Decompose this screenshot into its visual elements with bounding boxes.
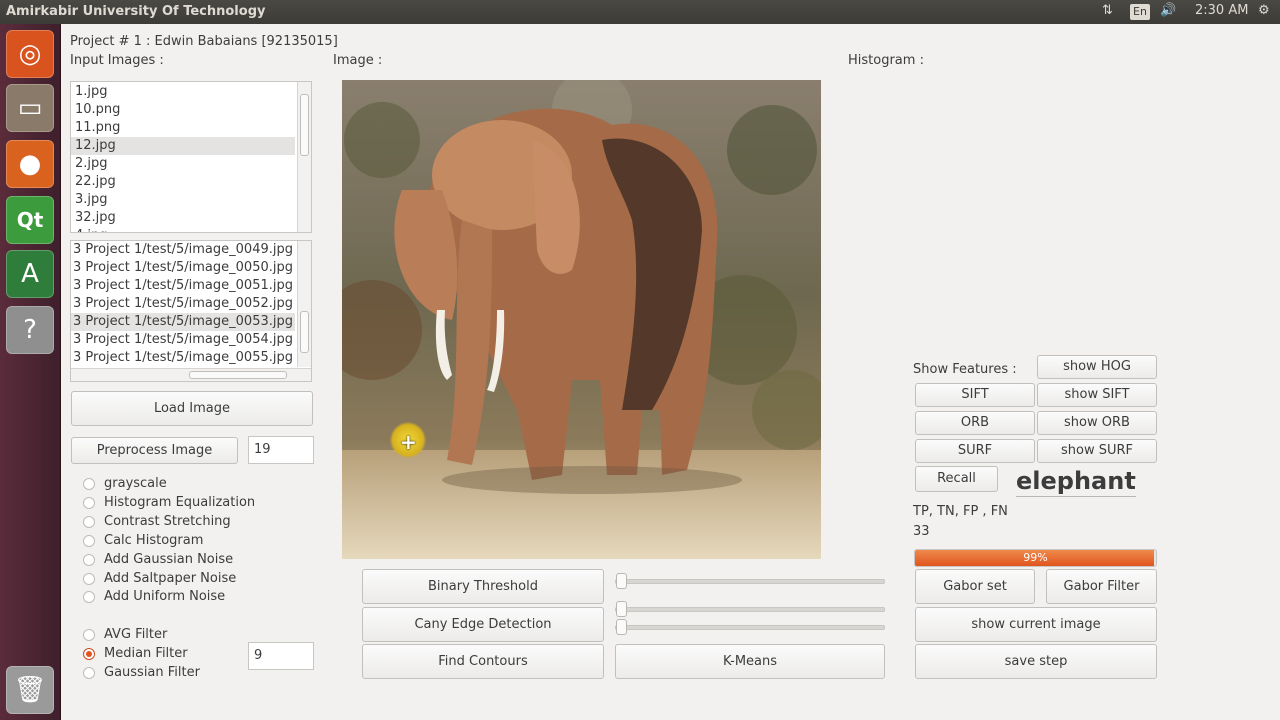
preprocess-option-label[interactable]: Add Gaussian Noise	[104, 552, 233, 567]
find-contours-button[interactable]: Find Contours	[362, 644, 604, 679]
show-surf-button[interactable]: show SURF	[1037, 439, 1157, 463]
path-list-vscrollbar[interactable]	[297, 241, 311, 367]
list-item[interactable]: 32.jpg	[71, 209, 295, 227]
show-sift-button[interactable]: show SIFT	[1037, 383, 1157, 407]
list-item[interactable]: 3 Project 1/test/5/image_0051.jpg	[71, 277, 295, 295]
preprocess-radio[interactable]	[83, 591, 95, 604]
list-item[interactable]: 1.jpg	[71, 83, 295, 101]
progress-text: 99%	[1023, 551, 1048, 564]
preprocess-option-label[interactable]: Calc Histogram	[104, 533, 203, 548]
list-item[interactable]: 3 Project 1/test/5/image_0053.jpg	[71, 313, 295, 331]
surf-button[interactable]: SURF	[915, 439, 1035, 463]
sift-button[interactable]: SIFT	[915, 383, 1035, 407]
metrics-label: TP, TN, FP , FN	[913, 504, 1008, 519]
launcher: ◎ ▭ ● Qt A ? 🗑	[0, 24, 61, 720]
filter-kernel-field[interactable]: 9	[248, 642, 314, 670]
list-item[interactable]: 3 Project 1/test/5/image_0052.jpg	[71, 295, 295, 313]
filter-radio[interactable]	[83, 629, 95, 641]
slider-handle[interactable]	[616, 573, 627, 589]
kmeans-button[interactable]: K-Means	[615, 644, 885, 679]
preprocess-option-label[interactable]: Contrast Stretching	[104, 514, 231, 529]
path-list-hscrollbar[interactable]	[71, 368, 311, 381]
histogram-label: Histogram :	[848, 53, 924, 68]
list-item[interactable]: 2.jpg	[71, 155, 295, 173]
binary-threshold-slider[interactable]	[615, 573, 885, 589]
list-item[interactable]: 4.jpg	[71, 227, 295, 232]
list-item[interactable]: 3 Project 1/test/5/image_0054.jpg	[71, 331, 295, 349]
recognized-class-label: elephant	[1016, 467, 1136, 497]
window-title: Amirkabir University Of Technology	[6, 4, 266, 19]
network-icon[interactable]: ⇅	[1102, 3, 1113, 18]
canny-low-slider[interactable]	[615, 601, 885, 617]
preprocess-radio[interactable]	[83, 534, 95, 547]
preprocess-image-button[interactable]: Preprocess Image	[71, 437, 238, 464]
list-item[interactable]: 22.jpg	[71, 173, 295, 191]
save-step-button[interactable]: save step	[915, 644, 1157, 679]
firefox-icon[interactable]: ●	[6, 140, 54, 188]
load-image-button[interactable]: Load Image	[71, 391, 313, 426]
preprocess-radio[interactable]	[83, 553, 95, 566]
recall-button[interactable]: Recall	[915, 466, 998, 492]
slider-handle[interactable]	[616, 601, 627, 617]
preprocess-radio[interactable]	[83, 478, 95, 490]
show-hog-button[interactable]: show HOG	[1037, 355, 1157, 379]
binary-threshold-button[interactable]: Binary Threshold	[362, 569, 604, 604]
keyboard-language-indicator[interactable]: En	[1130, 4, 1150, 20]
show-current-image-button[interactable]: show current image	[915, 607, 1157, 642]
list-item[interactable]: 12.jpg	[71, 137, 295, 155]
list-item[interactable]: 3 Project 1/test/5/image_0050.jpg	[71, 259, 295, 277]
filter-option-label[interactable]: AVG Filter	[104, 627, 167, 642]
list-item[interactable]: 3.jpg	[71, 191, 295, 209]
gear-icon[interactable]: ⚙	[1258, 3, 1270, 18]
preprocess-radio[interactable]	[83, 496, 95, 509]
project-label: Project # 1 : Edwin Babaians [92135015]	[70, 34, 338, 49]
list-item[interactable]: 10.png	[71, 101, 295, 119]
filter-radio[interactable]	[83, 647, 95, 660]
list-item[interactable]: 3 Project 1/test/5/image_0049.jpg	[71, 241, 295, 259]
input-images-list[interactable]: 1.jpg 10.png 11.png 12.jpg 2.jpg 22.jpg 3.jpg 3…	[70, 81, 312, 233]
gabor-set-button[interactable]: Gabor set	[915, 569, 1035, 604]
progress-bar: 99%	[914, 549, 1157, 567]
preprocess-radio[interactable]	[83, 515, 95, 528]
preprocess-option-label[interactable]: Histogram Equalization	[104, 495, 255, 510]
help-icon[interactable]: ?	[6, 306, 54, 354]
elephant-image	[342, 80, 821, 559]
filter-option-label[interactable]: Median Filter	[104, 646, 188, 661]
software-center-icon[interactable]: A	[6, 250, 54, 298]
metrics-value: 33	[913, 524, 930, 539]
preprocess-option-label[interactable]: Add Uniform Noise	[104, 589, 225, 604]
image-path-list[interactable]: 3 Project 1/test/5/image_0049.jpg 3 Proje…	[70, 240, 312, 382]
preprocess-radio[interactable]	[83, 572, 95, 585]
preprocess-value-field[interactable]: 19	[248, 436, 314, 464]
canny-high-slider[interactable]	[615, 619, 885, 635]
list-item[interactable]: 3 Project 1/test/5/image_0055.jpg	[71, 349, 295, 367]
preprocess-option-label[interactable]: grayscale	[104, 476, 167, 491]
slider-handle[interactable]	[616, 619, 627, 635]
qt-icon[interactable]: Qt	[6, 196, 54, 244]
orb-button[interactable]: ORB	[915, 411, 1035, 435]
dash-icon[interactable]: ◎	[6, 30, 54, 78]
image-label: Image :	[333, 53, 383, 68]
show-orb-button[interactable]: show ORB	[1037, 411, 1157, 435]
input-images-label: Input Images :	[70, 53, 164, 68]
input-list-scrollbar[interactable]	[297, 82, 311, 232]
filter-option-label[interactable]: Gaussian Filter	[104, 665, 200, 680]
gabor-filter-button[interactable]: Gabor Filter	[1046, 569, 1157, 604]
image-view[interactable]: +	[342, 80, 821, 559]
files-icon[interactable]: ▭	[6, 84, 54, 132]
preprocess-option-label[interactable]: Add Saltpaper Noise	[104, 571, 236, 586]
crosshair-cursor-icon: +	[400, 430, 417, 454]
volume-icon[interactable]: 🔊	[1160, 3, 1176, 18]
show-features-label: Show Features :	[913, 362, 1017, 377]
canny-edge-button[interactable]: Cany Edge Detection	[362, 607, 604, 642]
clock[interactable]: 2:30 AM	[1195, 3, 1248, 18]
filter-radio[interactable]	[83, 666, 95, 679]
top-panel: Amirkabir University Of Technology ⇅ En …	[0, 0, 1280, 24]
list-item[interactable]: 11.png	[71, 119, 295, 137]
trash-icon[interactable]: 🗑	[6, 666, 54, 714]
